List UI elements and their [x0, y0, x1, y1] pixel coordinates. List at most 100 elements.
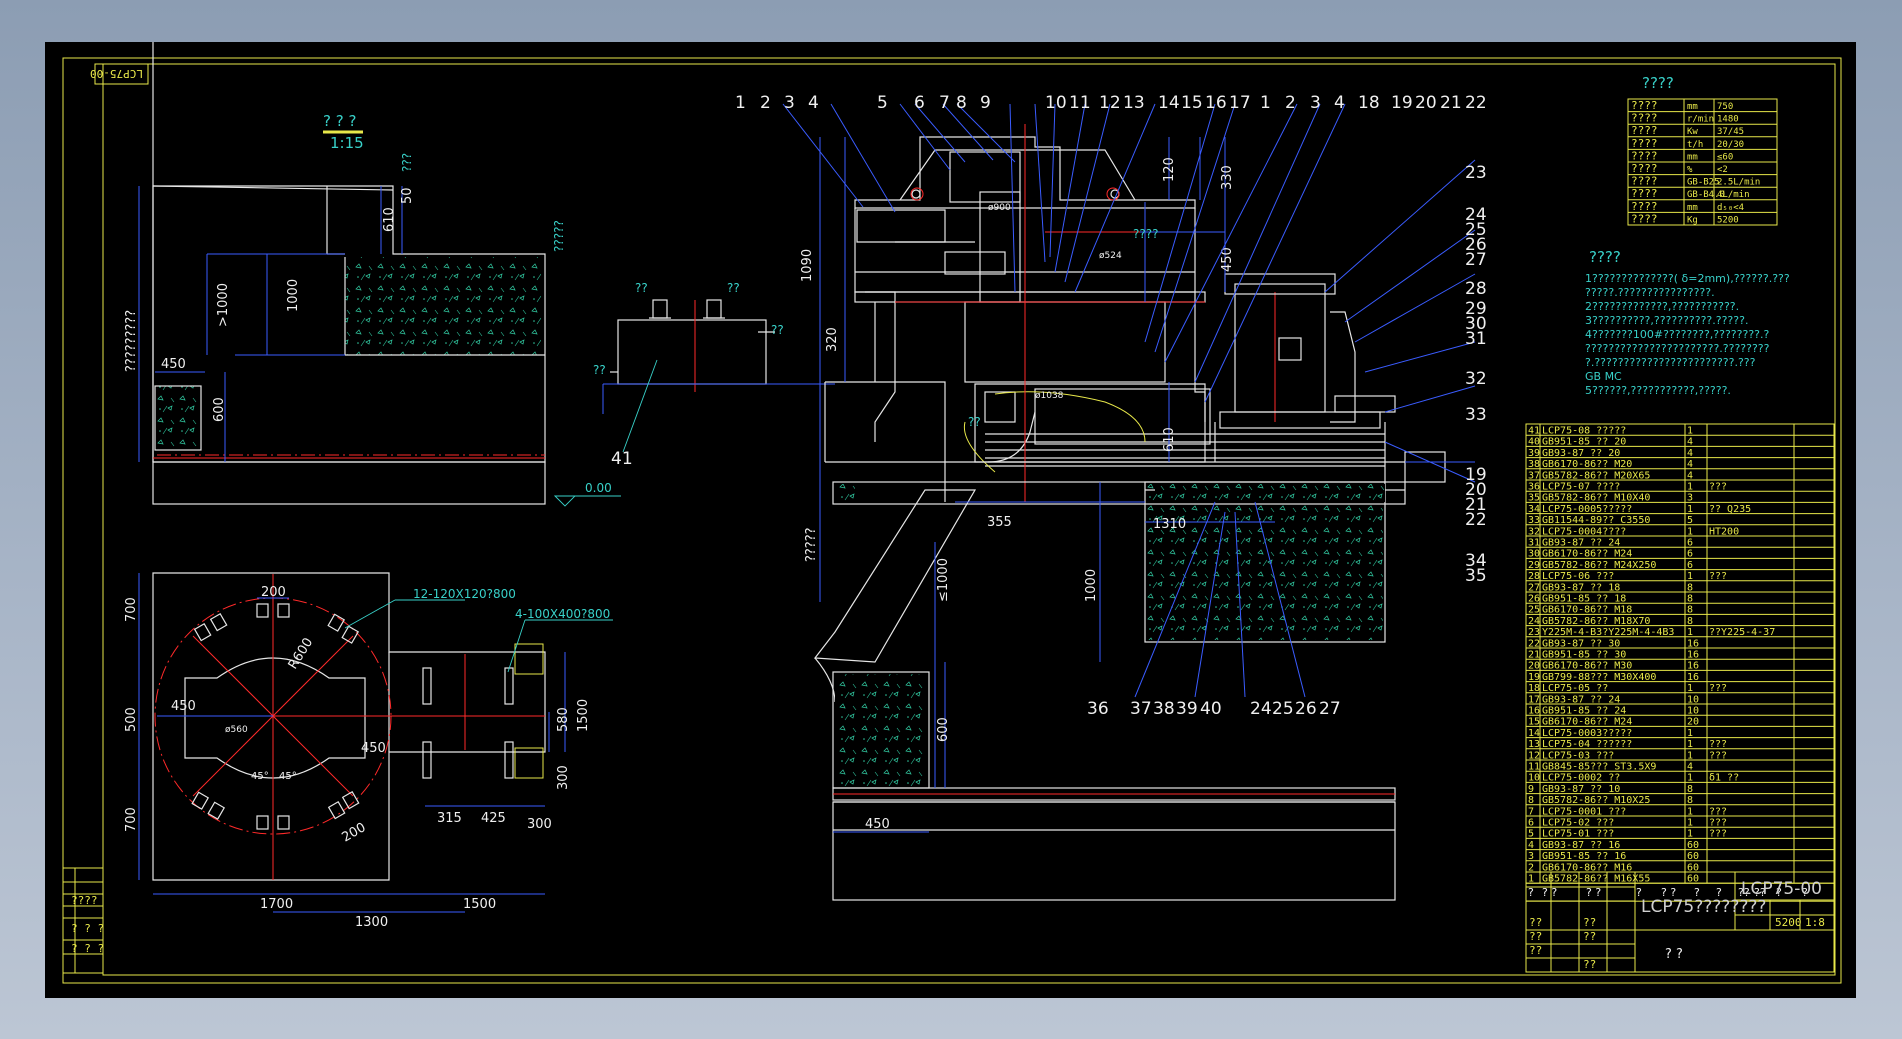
- spec-cell: 4L/min: [1717, 190, 1750, 200]
- spec-cell: 5200: [1717, 215, 1739, 225]
- balloon-top-24: 20: [1415, 93, 1437, 113]
- main-dim-450b: 450: [865, 817, 890, 832]
- drawing-sheet: LCP75-00 ???? ? ? ? ? ? ? ? ? ? 1:15 450…: [45, 42, 1856, 998]
- spec-cell: Kw: [1687, 127, 1698, 137]
- title-unit: ? ?: [1665, 947, 1683, 962]
- spec-cell: r/min: [1687, 115, 1714, 125]
- title-mark-4: ??: [1583, 930, 1596, 943]
- main-dim-1310: 1310: [1153, 517, 1186, 532]
- plan-dim-450: 450: [171, 699, 196, 714]
- plan-callout-1: 12-120X120?800: [413, 587, 516, 601]
- concrete-hatch-2: [155, 386, 201, 450]
- note-line: 1??????????????( δ=2mm),??????.???: [1585, 272, 1790, 285]
- balloon-top-26: 22: [1465, 93, 1487, 113]
- spec-cell: 750: [1717, 102, 1733, 112]
- plan-dim-300: 300: [556, 765, 571, 790]
- balloon-top-11: 11: [1069, 93, 1091, 113]
- concrete-hatch-1: [345, 257, 541, 355]
- spec-cell: %: [1687, 165, 1693, 175]
- left-strip: [62, 867, 104, 974]
- balloon-top-2: 2: [760, 93, 771, 113]
- bom-header-cell: ? ?: [1542, 886, 1557, 899]
- spec-cell: ????: [1631, 200, 1658, 213]
- spec-cell: mm: [1687, 102, 1698, 112]
- spec-cell: 2.5L/min: [1717, 178, 1760, 188]
- spec-cell: mm: [1687, 203, 1698, 213]
- balloon-bottom-36: 36: [1087, 699, 1109, 719]
- balloons-bottom: 36 37 38 39 40 24 25 26 27: [1087, 699, 1341, 719]
- spec-table: ???? mm 750???? r/min 1480???? Kw 37/45???? t/h…: [1627, 98, 1778, 226]
- tank-label-3: ??: [771, 323, 784, 337]
- title-mark-2: ??: [1583, 916, 1596, 929]
- note-line: ???????????????????????.????????: [1585, 342, 1770, 355]
- oil-tank: [602, 299, 835, 453]
- spec-cell: GB-B25: [1687, 178, 1720, 188]
- balloon-top-6: 6: [914, 93, 925, 113]
- plan-dim-200-b: 200: [340, 820, 369, 845]
- dim-gt1000: >1000: [216, 283, 231, 327]
- title-drawing-no: LCP75-00: [1741, 879, 1822, 899]
- note-line: ?.????????????????????????.???: [1585, 356, 1756, 369]
- balloon-top-19: 2: [1285, 93, 1296, 113]
- title-mark-5: ??: [1529, 944, 1542, 957]
- dim-right-note: ?????: [552, 220, 566, 252]
- balloon-bottom-24: 24: [1250, 699, 1272, 719]
- spec-cell: ≤60: [1717, 152, 1733, 162]
- tank-label-4: ??: [593, 363, 606, 377]
- main-dim-dia1038: ø1038: [1035, 391, 1064, 401]
- plan-dim-700-a: 700: [124, 597, 139, 622]
- note-line: 2?????????????,???????????.: [1585, 300, 1739, 313]
- left-strip-text-3: ? ? ?: [71, 942, 104, 955]
- dim-top-note: ???: [400, 153, 414, 172]
- balloon-top-16: 16: [1205, 93, 1227, 113]
- plan-dim-r600: R600: [286, 635, 317, 672]
- balloon-bottom-37: 37: [1130, 699, 1152, 719]
- main-dim-330: 330: [1220, 165, 1235, 190]
- cad-canvas: LCP75-00 ???? ? ? ? ? ? ? ? ? ? 1:15 450…: [62, 42, 1842, 984]
- plan-dim-315: 315: [437, 811, 462, 826]
- spec-cell: mm: [1687, 152, 1698, 162]
- spec-cell: ????: [1631, 162, 1658, 175]
- balloon-top-17: 17: [1229, 93, 1251, 113]
- main-dim-320: 320: [825, 327, 840, 352]
- balloon-top-3: 3: [784, 93, 795, 113]
- left-strip-text-1: ????: [71, 894, 98, 907]
- balloon-right-27: 27: [1465, 250, 1487, 270]
- spec-title: ????: [1642, 74, 1674, 92]
- spec-cell: t/h: [1687, 140, 1703, 150]
- spec-cell: 1480: [1717, 115, 1739, 125]
- spec-cell: ????: [1631, 99, 1658, 112]
- dim-610: 610: [382, 207, 397, 232]
- balloon-top-22: 18: [1358, 93, 1380, 113]
- balloon-bottom-27: 27: [1319, 699, 1341, 719]
- balloon-bottom-26: 26: [1295, 699, 1317, 719]
- note-line: 5??????,???????????,?????.: [1585, 384, 1731, 397]
- balloon-bottom-40: 40: [1200, 699, 1222, 719]
- dim-50: 50: [400, 187, 415, 204]
- main-dim-dia524: ø524: [1099, 251, 1122, 261]
- plan-dim-700-b: 700: [124, 807, 139, 832]
- view-title: ? ? ?: [323, 112, 356, 130]
- balloon-top-15: 15: [1181, 93, 1203, 113]
- balloon-right-22: 22: [1465, 510, 1487, 530]
- plan-dim-dia560: ø560: [225, 725, 248, 735]
- title-mark-1: ??: [1529, 916, 1542, 929]
- balloon-top-12: 12: [1099, 93, 1121, 113]
- balloon-top-8: 8: [956, 93, 967, 113]
- main-note-2: ??: [968, 415, 981, 429]
- main-dim-le1000: ≤1000: [936, 558, 951, 602]
- balloons-top: 1 2 3 4 5 6 7 8 9 10 11 12 13 14 15 16 1…: [735, 93, 1487, 113]
- plan-callout-2: 4-100X400?800: [515, 607, 610, 621]
- main-dim-1000: 1000: [1084, 569, 1099, 602]
- title-mass: 5200: [1775, 916, 1802, 929]
- technical-notes: 1??????????????( δ=2mm),??????.??? ?????…: [1585, 272, 1790, 397]
- base-structure: [813, 381, 1446, 901]
- balloon-bottom-38: 38: [1153, 699, 1175, 719]
- spec-cell: 20/30: [1717, 140, 1744, 150]
- spec-cell: ????: [1631, 149, 1658, 162]
- main-note-1: ????: [1133, 227, 1158, 241]
- main-dim-355: 355: [987, 515, 1012, 530]
- balloon-top-1: 1: [735, 93, 746, 113]
- balloon-top-25: 21: [1440, 93, 1462, 113]
- note-line: ?????.????????????????.: [1585, 286, 1715, 299]
